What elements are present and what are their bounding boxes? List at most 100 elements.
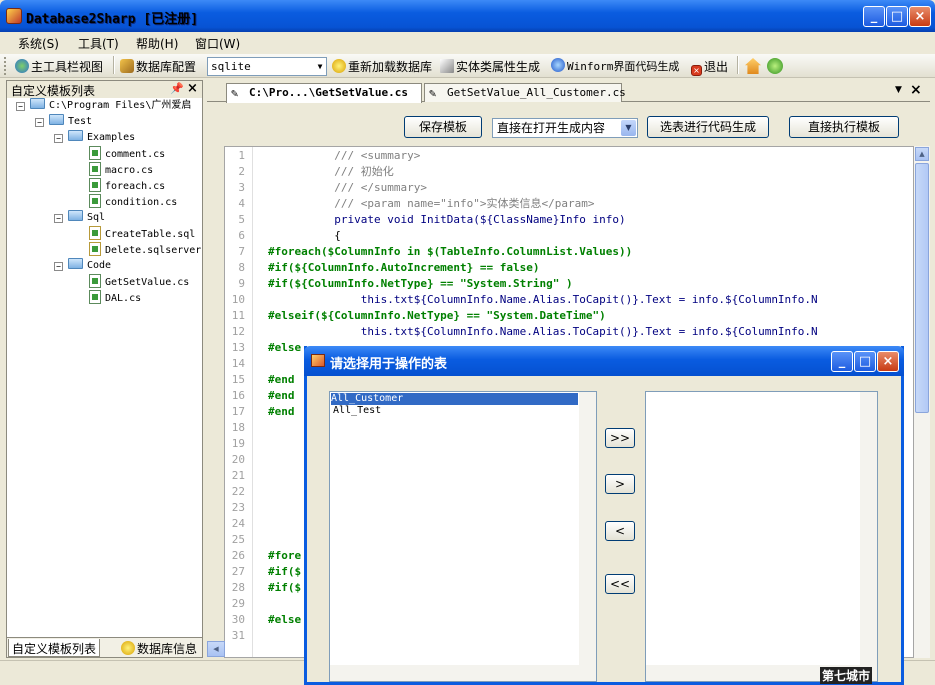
move-all-left-button[interactable]: << xyxy=(605,574,635,594)
code-line[interactable]: /// 初始化 xyxy=(268,164,394,180)
move-all-right-button[interactable]: >> xyxy=(605,428,635,448)
close-button[interactable]: × xyxy=(909,6,931,27)
collapse-icon[interactable]: − xyxy=(54,134,63,143)
code-line[interactable]: #elseif(${ColumnInfo.NetType} == "System… xyxy=(268,308,606,324)
collapse-icon[interactable]: − xyxy=(54,262,63,271)
code-line[interactable]: #end xyxy=(268,372,295,388)
code-line[interactable]: #foreach($ColumnInfo in $(TableInfo.Colu… xyxy=(268,244,632,260)
code-line[interactable]: /// </summary> xyxy=(268,180,427,196)
tab-db-info[interactable]: 数据库信息 xyxy=(118,639,200,657)
code-line[interactable]: #else xyxy=(268,340,301,356)
cs-file-icon xyxy=(89,290,101,304)
tree-node-test[interactable]: Test xyxy=(49,114,92,130)
tree-node-file[interactable]: macro.cs xyxy=(89,162,153,178)
output-mode-select[interactable]: 直接在打开生成内容 ▼ xyxy=(492,118,638,138)
tree-node-file[interactable]: foreach.cs xyxy=(89,178,165,194)
tab-getsetvalue[interactable]: ✎ C:\Pro...\GetSetValue.cs xyxy=(226,83,422,103)
code-line[interactable]: #fore xyxy=(268,548,301,564)
scroll-up-icon[interactable]: ▲ xyxy=(915,147,929,161)
code-line[interactable]: this.txt${ColumnInfo.Name.Alias.ToCapit(… xyxy=(268,292,818,308)
tab-template-list[interactable]: 自定义模板列表 xyxy=(8,639,101,657)
list-item[interactable]: All_Test xyxy=(333,405,381,417)
tree-node-file[interactable]: CreateTable.sql xyxy=(89,226,195,242)
run-template-button[interactable]: 直接执行模板 xyxy=(789,116,899,138)
tree-node-sql[interactable]: Sql xyxy=(68,210,105,226)
tree-node-file[interactable]: GetSetValue.cs xyxy=(89,274,189,290)
reload-db-button[interactable]: 重新加载数据库 xyxy=(332,58,432,75)
tree-node-label: Code xyxy=(87,260,112,271)
watermark: 第七城市 xyxy=(820,667,873,684)
available-list-hscrollbar[interactable] xyxy=(330,665,579,681)
list-item-selected[interactable]: All_Customer xyxy=(331,393,578,405)
available-tables-list[interactable] xyxy=(329,391,597,682)
tab-label: C:\Pro...\GetSetValue.cs xyxy=(249,86,408,99)
tree-node-root[interactable]: C:\Program Files\广州爱启 xyxy=(30,98,191,114)
code-line[interactable]: #end xyxy=(268,404,295,420)
tab-getsetvalue-all-customer[interactable]: ✎ GetSetValue_All_Customer.cs xyxy=(424,83,626,102)
tree-node-examples[interactable]: Examples xyxy=(68,130,135,146)
maximize-button[interactable]: □ xyxy=(886,6,908,27)
selected-tables-list[interactable] xyxy=(645,391,878,682)
code-line[interactable]: /// <summary> xyxy=(268,148,420,164)
db-config-button[interactable]: 数据库配置 xyxy=(120,58,196,75)
entity-gen-button[interactable]: 实体类属性生成 xyxy=(440,58,540,75)
dialog-maximize-button[interactable]: □ xyxy=(854,351,876,372)
minimize-button[interactable]: _ xyxy=(863,6,885,27)
available-list-scrollbar[interactable] xyxy=(579,392,596,681)
select-table-generate-button[interactable]: 选表进行代码生成 xyxy=(647,116,769,138)
tree-node-file[interactable]: DAL.cs xyxy=(89,290,141,306)
refresh-icon[interactable] xyxy=(767,58,783,74)
pin-icon[interactable]: 📌 xyxy=(170,82,184,95)
template-tree[interactable]: − C:\Program Files\广州爱启 − Test − Example… xyxy=(8,98,202,636)
dialog-close-button[interactable]: × xyxy=(877,351,899,372)
code-line[interactable]: { xyxy=(268,228,341,244)
code-line[interactable]: #if($ xyxy=(268,580,301,596)
toolbar-separator xyxy=(113,56,115,74)
tab-list-icon[interactable]: ▼ xyxy=(895,85,902,95)
exit-button[interactable]: × 退出 xyxy=(691,58,728,76)
menu-window[interactable]: 窗口(W) xyxy=(195,35,240,52)
tab-label: 自定义模板列表 xyxy=(12,642,97,656)
doc-close-icon[interactable]: × xyxy=(910,82,922,98)
tree-node-code[interactable]: Code xyxy=(68,258,111,274)
tree-node-label: C:\Program Files\广州爱启 xyxy=(49,100,192,111)
collapse-icon[interactable]: − xyxy=(35,118,44,127)
database-icon xyxy=(332,59,346,73)
code-line[interactable]: #if($ xyxy=(268,564,301,580)
database-select[interactable]: sqlite ▼ xyxy=(207,57,327,76)
selected-list-scrollbar[interactable] xyxy=(860,392,877,681)
menu-system[interactable]: 系统(S) xyxy=(18,35,59,52)
code-line[interactable]: /// <param name="info">实体类信息</param> xyxy=(268,196,594,212)
toolbar-grip[interactable] xyxy=(4,57,7,75)
move-right-button[interactable]: > xyxy=(605,474,635,494)
editor-scroll-thumb[interactable] xyxy=(915,163,929,413)
code-line[interactable]: #else xyxy=(268,612,301,628)
cs-file-icon xyxy=(89,162,101,176)
output-mode-value: 直接在打开生成内容 xyxy=(497,121,606,135)
code-line[interactable]: #if(${ColumnInfo.AutoIncrement} == false… xyxy=(268,260,540,276)
collapse-icon[interactable]: − xyxy=(54,214,63,223)
save-template-button[interactable]: 保存模板 xyxy=(404,116,482,138)
code-line[interactable]: #if(${ColumnInfo.NetType} == "System.Str… xyxy=(268,276,573,292)
folder-icon xyxy=(68,210,83,221)
tree-node-label: DAL.cs xyxy=(105,293,142,304)
winform-gen-button[interactable]: Winform界面代码生成 xyxy=(551,58,679,74)
tab-label: GetSetValue_All_Customer.cs xyxy=(447,86,626,99)
tree-node-label: condition.cs xyxy=(105,197,178,208)
panel-close-icon[interactable]: × xyxy=(187,81,198,96)
tree-node-file[interactable]: comment.cs xyxy=(89,146,165,162)
code-line[interactable]: this.txt${ColumnInfo.Name.Alias.ToCapit(… xyxy=(268,324,818,340)
collapse-icon[interactable]: − xyxy=(16,102,25,111)
menu-tools[interactable]: 工具(T) xyxy=(78,35,119,52)
tree-node-label: foreach.cs xyxy=(105,181,166,192)
tree-node-file[interactable]: condition.cs xyxy=(89,194,177,210)
move-left-button[interactable]: < xyxy=(605,521,635,541)
menu-help[interactable]: 帮助(H) xyxy=(136,35,178,52)
dialog-minimize-button[interactable]: _ xyxy=(831,351,853,372)
chevron-down-icon: ▼ xyxy=(317,62,323,71)
code-line[interactable]: #end xyxy=(268,388,295,404)
main-view-button[interactable]: 主工具栏视图 xyxy=(15,58,103,75)
scroll-left-icon[interactable]: ◀ xyxy=(207,641,225,657)
tree-node-file[interactable]: Delete.sqlserver xyxy=(89,242,201,258)
code-line[interactable]: private void InitData(${ClassName}Info i… xyxy=(268,212,625,228)
